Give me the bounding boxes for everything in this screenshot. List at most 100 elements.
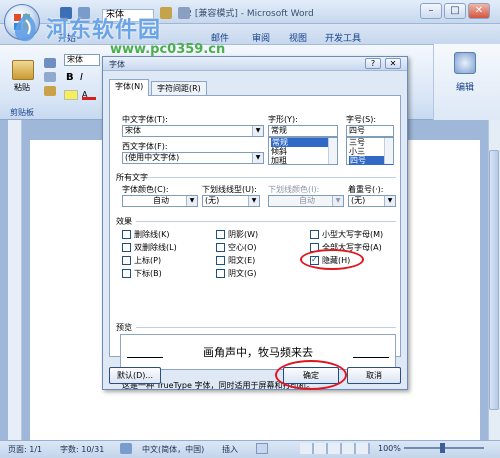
copy-icon[interactable] xyxy=(44,72,56,82)
cut-icon[interactable] xyxy=(44,58,56,68)
font-color-value: 自动 xyxy=(153,196,169,205)
font-size-list[interactable]: 三号 小三 四号 xyxy=(346,137,394,165)
quick-access-dropdown-icon[interactable] xyxy=(178,7,190,19)
status-zoom[interactable]: 100% xyxy=(378,444,401,453)
proofing-icon[interactable] xyxy=(120,443,132,454)
close-button[interactable]: ✕ xyxy=(468,3,490,19)
font-size-label: 字号(S): xyxy=(346,115,377,124)
ribbon-font-field[interactable]: 宋体 xyxy=(64,54,100,66)
chevron-down-icon: ▼ xyxy=(332,196,343,206)
engrave-label[interactable]: 阴文(G) xyxy=(228,268,256,279)
paste-icon[interactable] xyxy=(12,60,34,80)
emboss-label[interactable]: 阳文(E) xyxy=(228,255,255,266)
small-caps-label[interactable]: 小型大写字母(M) xyxy=(322,229,383,240)
view-buttons[interactable] xyxy=(300,443,370,454)
outline-checkbox[interactable] xyxy=(216,243,225,252)
highlight-oval-ok xyxy=(275,360,347,390)
preview-baseline-right xyxy=(353,357,389,358)
font-style-label: 字形(Y): xyxy=(268,115,298,124)
highlight-oval-hidden xyxy=(300,249,364,270)
font-style-field[interactable]: 常规 xyxy=(268,125,338,137)
cn-font-combo[interactable]: 宋体 ▼ xyxy=(122,125,264,137)
scroll-thumb[interactable] xyxy=(489,150,499,410)
underline-color-value: 自动 xyxy=(299,196,315,205)
quick-access-icon[interactable] xyxy=(160,7,172,19)
strike-label[interactable]: 删除线(K) xyxy=(134,229,170,240)
find-icon[interactable] xyxy=(454,52,476,74)
font-style-list[interactable]: 常规 倾斜 加粗 xyxy=(268,137,338,165)
dialog-title-bar xyxy=(103,57,407,71)
font-color-icon[interactable]: A xyxy=(82,90,96,100)
tab-view[interactable]: 视图 xyxy=(289,31,307,44)
font-color-combo[interactable]: 自动 ▼ xyxy=(122,195,198,207)
divider xyxy=(136,221,396,222)
west-font-combo[interactable]: (使用中文字体) ▼ xyxy=(122,152,264,164)
cn-font-value: 宋体 xyxy=(125,126,141,135)
tab-developer[interactable]: 开发工具 xyxy=(325,31,361,44)
shadow-label[interactable]: 阴影(W) xyxy=(228,229,258,240)
highlight-icon[interactable] xyxy=(64,90,78,100)
minimize-button[interactable]: – xyxy=(420,3,442,19)
subscript-label[interactable]: 下标(B) xyxy=(134,268,162,279)
edit-label[interactable]: 编辑 xyxy=(456,80,474,93)
small-caps-checkbox[interactable] xyxy=(310,230,319,239)
chevron-down-icon[interactable]: ▼ xyxy=(186,196,197,206)
superscript-label[interactable]: 上标(P) xyxy=(134,255,161,266)
emphasis-label: 着重号(·): xyxy=(348,185,384,194)
dialog-close-button[interactable]: ✕ xyxy=(385,58,401,69)
chevron-down-icon[interactable]: ▼ xyxy=(252,153,263,163)
underline-color-combo: 自动 ▼ xyxy=(268,195,344,207)
maximize-button[interactable]: □ xyxy=(444,3,466,19)
divider xyxy=(136,327,396,328)
strike-checkbox[interactable] xyxy=(122,230,131,239)
font-tab-panel: 中文字体(T): 宋体 ▼ 西文字体(F): (使用中文字体) ▼ 字形(Y):… xyxy=(109,95,401,390)
list-scrollbar[interactable] xyxy=(328,138,337,164)
subscript-checkbox[interactable] xyxy=(122,269,131,278)
superscript-checkbox[interactable] xyxy=(122,256,131,265)
tab-font[interactable]: 字体(N) xyxy=(109,79,150,96)
vertical-ruler xyxy=(8,120,22,440)
west-font-value: (使用中文字体) xyxy=(125,153,180,162)
shadow-checkbox[interactable] xyxy=(216,230,225,239)
divider xyxy=(148,177,396,178)
watermark-url: www.pc0359.cn xyxy=(110,42,226,57)
west-font-label: 西文字体(F): xyxy=(122,142,168,151)
double-strike-label[interactable]: 双删除线(L) xyxy=(134,242,177,253)
preview-box: 画角声中，牧马频来去 xyxy=(120,334,396,370)
watermark-name: 河东软件园 xyxy=(46,18,162,43)
chevron-down-icon[interactable]: ▼ xyxy=(252,126,263,136)
clipboard-group-label: 剪贴板 xyxy=(10,108,34,117)
macro-record-icon[interactable] xyxy=(256,443,268,454)
watermark-logo-icon xyxy=(15,13,36,42)
dialog-title: 字体 xyxy=(109,60,125,69)
status-page[interactable]: 页面: 1/1 xyxy=(8,444,42,455)
format-painter-icon[interactable] xyxy=(44,86,56,96)
emphasis-combo[interactable]: (无) ▼ xyxy=(348,195,396,207)
chevron-down-icon[interactable]: ▼ xyxy=(384,196,395,206)
engrave-checkbox[interactable] xyxy=(216,269,225,278)
emphasis-value: (无) xyxy=(351,196,366,205)
underline-style-combo[interactable]: (无) ▼ xyxy=(202,195,260,207)
tab-review[interactable]: 审阅 xyxy=(252,31,270,44)
dialog-help-button[interactable]: ? xyxy=(365,58,381,69)
cancel-button[interactable]: 取消 xyxy=(347,367,401,384)
underline-style-label: 下划线线型(U): xyxy=(202,185,257,194)
italic-icon[interactable]: I xyxy=(80,72,83,83)
effects-section-label: 效果 xyxy=(116,217,132,226)
zoom-slider-thumb[interactable] xyxy=(440,443,445,453)
emboss-checkbox[interactable] xyxy=(216,256,225,265)
status-insert-mode[interactable]: 插入 xyxy=(222,444,238,455)
double-strike-checkbox[interactable] xyxy=(122,243,131,252)
font-dialog: 字体 ? ✕ 字体(N) 字符间距(R) 中文字体(T): 宋体 ▼ 西文字体(… xyxy=(102,56,408,390)
default-button[interactable]: 默认(D)... xyxy=(109,367,161,384)
bold-icon[interactable]: B xyxy=(66,72,74,83)
outline-label[interactable]: 空心(O) xyxy=(228,242,257,253)
chevron-down-icon[interactable]: ▼ xyxy=(248,196,259,206)
cn-font-label: 中文字体(T): xyxy=(122,115,168,124)
status-word-count[interactable]: 字数: 10/31 xyxy=(60,444,104,455)
tab-character-spacing[interactable]: 字符间距(R) xyxy=(151,81,207,96)
preview-section-label: 预览 xyxy=(116,323,132,332)
status-language[interactable]: 中文(简体，中国) xyxy=(142,444,204,455)
font-size-field[interactable]: 四号 xyxy=(346,125,394,137)
list-scrollbar[interactable] xyxy=(384,138,393,164)
